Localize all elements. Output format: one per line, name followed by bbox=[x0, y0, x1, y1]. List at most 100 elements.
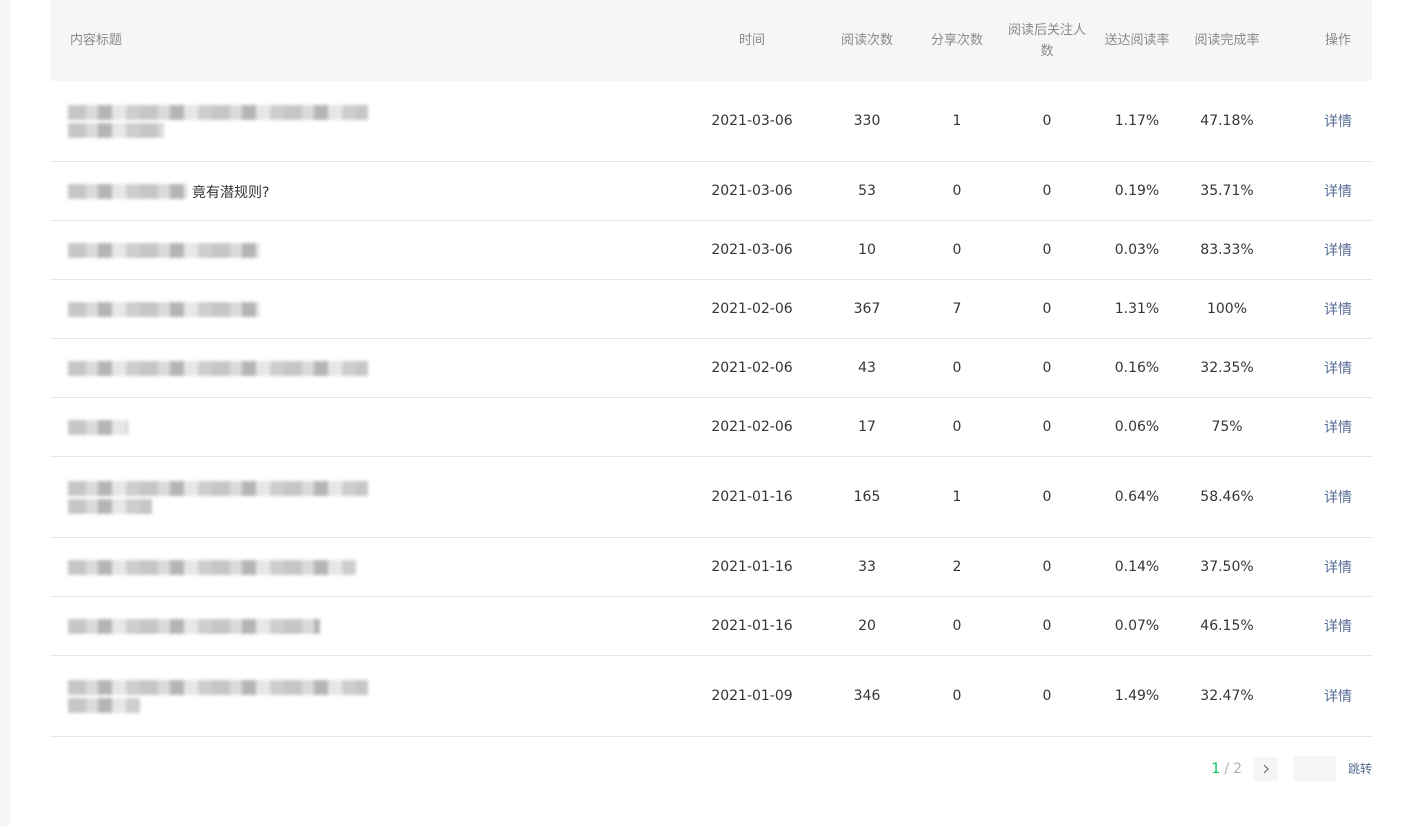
header-completion-rate: 阅读完成率 bbox=[1194, 33, 1260, 48]
header-follows-label: 阅读后关注人数 bbox=[1007, 22, 1086, 59]
cell-completion-rate: 32.35% bbox=[1200, 360, 1254, 376]
jump-button[interactable]: 跳转 bbox=[1348, 760, 1372, 777]
table-row: 2021-02-06 43 0 0 0.16% 32.35% 详情 bbox=[50, 339, 1372, 398]
header-action: 操作 bbox=[1324, 33, 1351, 48]
redaction-blur bbox=[68, 183, 188, 199]
cell-completion-rate: 47.18% bbox=[1200, 113, 1254, 129]
cell-action: 详情 bbox=[1308, 339, 1368, 397]
cell-completion-rate: 46.15% bbox=[1200, 618, 1254, 634]
redaction-blur bbox=[68, 559, 356, 575]
cell-time: 2021-02-06 bbox=[711, 419, 793, 435]
cell-title bbox=[68, 398, 398, 456]
cell-shares: 2 bbox=[952, 559, 962, 575]
cell-follows: 0 bbox=[1042, 242, 1052, 258]
cell-shares: 0 bbox=[952, 360, 962, 376]
cell-delivery-rate: 0.64% bbox=[1114, 489, 1160, 505]
cell-follows: 0 bbox=[1042, 489, 1052, 505]
table-row: 2021-03-06 330 1 0 1.17% 47.18% 详情 bbox=[50, 81, 1372, 162]
table-header: 内容标题 时间 阅读次数 分享次数 阅读后关注人数 送达阅读率 阅读完成率 操作 bbox=[50, 0, 1372, 81]
cell-completion-rate: 37.50% bbox=[1200, 559, 1254, 575]
cell-reads: 330 bbox=[853, 113, 881, 129]
cell-delivery-rate: 0.16% bbox=[1114, 360, 1160, 376]
cell-time: 2021-02-06 bbox=[711, 301, 793, 317]
cell-delivery-rate: 0.19% bbox=[1114, 183, 1160, 199]
table-body: 2021-03-06 330 1 0 1.17% 47.18% 详情 竟有潜规则? 2021-0… bbox=[50, 81, 1372, 737]
cell-reads: 20 bbox=[858, 618, 876, 634]
article-stats-table: 内容标题 时间 阅读次数 分享次数 阅读后关注人数 送达阅读率 阅读完成率 操作… bbox=[50, 0, 1372, 737]
redaction-blur bbox=[68, 419, 128, 435]
cell-completion-rate: 58.46% bbox=[1200, 489, 1254, 505]
cell-reads: 17 bbox=[858, 419, 876, 435]
cell-shares: 0 bbox=[952, 183, 962, 199]
cell-follows: 0 bbox=[1042, 419, 1052, 435]
table-row: 2021-01-16 20 0 0 0.07% 46.15% 详情 bbox=[50, 597, 1372, 656]
detail-link[interactable]: 详情 bbox=[1324, 487, 1352, 507]
cell-title bbox=[68, 81, 398, 161]
cell-follows: 0 bbox=[1042, 559, 1052, 575]
header-delivery-rate: 送达阅读率 bbox=[1104, 33, 1170, 48]
cell-reads: 33 bbox=[858, 559, 876, 575]
cell-reads: 10 bbox=[858, 242, 876, 258]
cell-title bbox=[68, 221, 398, 279]
cell-reads: 346 bbox=[853, 688, 881, 704]
cell-completion-rate: 100% bbox=[1206, 301, 1248, 317]
detail-link[interactable]: 详情 bbox=[1324, 358, 1352, 378]
cell-time: 2021-03-06 bbox=[711, 242, 793, 258]
cell-time: 2021-02-06 bbox=[711, 360, 793, 376]
cell-reads: 53 bbox=[858, 183, 876, 199]
redaction-blur bbox=[68, 104, 368, 120]
detail-link[interactable]: 详情 bbox=[1324, 417, 1352, 437]
cell-action: 详情 bbox=[1308, 162, 1368, 220]
cell-title bbox=[68, 656, 398, 736]
title-redacted bbox=[68, 616, 320, 637]
redaction-blur bbox=[68, 480, 368, 496]
title-redacted bbox=[68, 358, 368, 379]
detail-link[interactable]: 详情 bbox=[1324, 686, 1352, 706]
cell-action: 详情 bbox=[1308, 398, 1368, 456]
header-reads: 阅读次数 bbox=[840, 33, 893, 48]
detail-link[interactable]: 详情 bbox=[1324, 557, 1352, 577]
detail-link[interactable]: 详情 bbox=[1324, 616, 1352, 636]
title-visible-text: 竟有潜规则? bbox=[192, 184, 270, 201]
cell-completion-rate: 32.47% bbox=[1200, 688, 1254, 704]
page-jump-input[interactable] bbox=[1293, 756, 1336, 781]
cell-follows: 0 bbox=[1042, 183, 1052, 199]
cell-shares: 0 bbox=[952, 242, 962, 258]
table-row: 2021-01-09 346 0 0 1.49% 32.47% 详情 bbox=[50, 656, 1372, 737]
cell-delivery-rate: 1.17% bbox=[1114, 113, 1160, 129]
cell-completion-rate: 83.33% bbox=[1200, 242, 1254, 258]
cell-shares: 0 bbox=[952, 618, 962, 634]
cell-time: 2021-01-16 bbox=[711, 489, 793, 505]
title-redacted: 竟有潜规则? bbox=[68, 181, 269, 202]
detail-link[interactable]: 详情 bbox=[1324, 240, 1352, 260]
detail-link[interactable]: 详情 bbox=[1324, 111, 1352, 131]
cell-shares: 7 bbox=[952, 301, 962, 317]
detail-link[interactable]: 详情 bbox=[1324, 181, 1352, 201]
table-row: 2021-01-16 33 2 0 0.14% 37.50% 详情 bbox=[50, 538, 1372, 597]
cell-time: 2021-03-06 bbox=[711, 183, 793, 199]
cell-action: 详情 bbox=[1308, 457, 1368, 537]
cell-title bbox=[68, 597, 398, 655]
page-separator: / bbox=[1224, 760, 1230, 777]
cell-title: 竟有潜规则? bbox=[68, 162, 398, 220]
cell-time: 2021-01-09 bbox=[711, 688, 793, 704]
title-redacted bbox=[68, 102, 368, 141]
redaction-blur bbox=[68, 498, 152, 514]
next-page-button[interactable] bbox=[1253, 756, 1278, 781]
cell-follows: 0 bbox=[1042, 688, 1052, 704]
table-row: 2021-01-16 165 1 0 0.64% 58.46% 详情 bbox=[50, 457, 1372, 538]
cell-reads: 367 bbox=[853, 301, 881, 317]
cell-follows: 0 bbox=[1042, 360, 1052, 376]
detail-link[interactable]: 详情 bbox=[1324, 299, 1352, 319]
cell-shares: 1 bbox=[952, 489, 962, 505]
title-redacted bbox=[68, 417, 128, 438]
page-current: 1 bbox=[1211, 760, 1221, 777]
cell-action: 详情 bbox=[1308, 81, 1368, 161]
cell-shares: 0 bbox=[952, 419, 962, 435]
cell-reads: 43 bbox=[858, 360, 876, 376]
cell-delivery-rate: 1.49% bbox=[1114, 688, 1160, 704]
cell-time: 2021-03-06 bbox=[711, 113, 793, 129]
cell-action: 详情 bbox=[1308, 597, 1368, 655]
cell-shares: 1 bbox=[952, 113, 962, 129]
cell-action: 详情 bbox=[1308, 538, 1368, 596]
